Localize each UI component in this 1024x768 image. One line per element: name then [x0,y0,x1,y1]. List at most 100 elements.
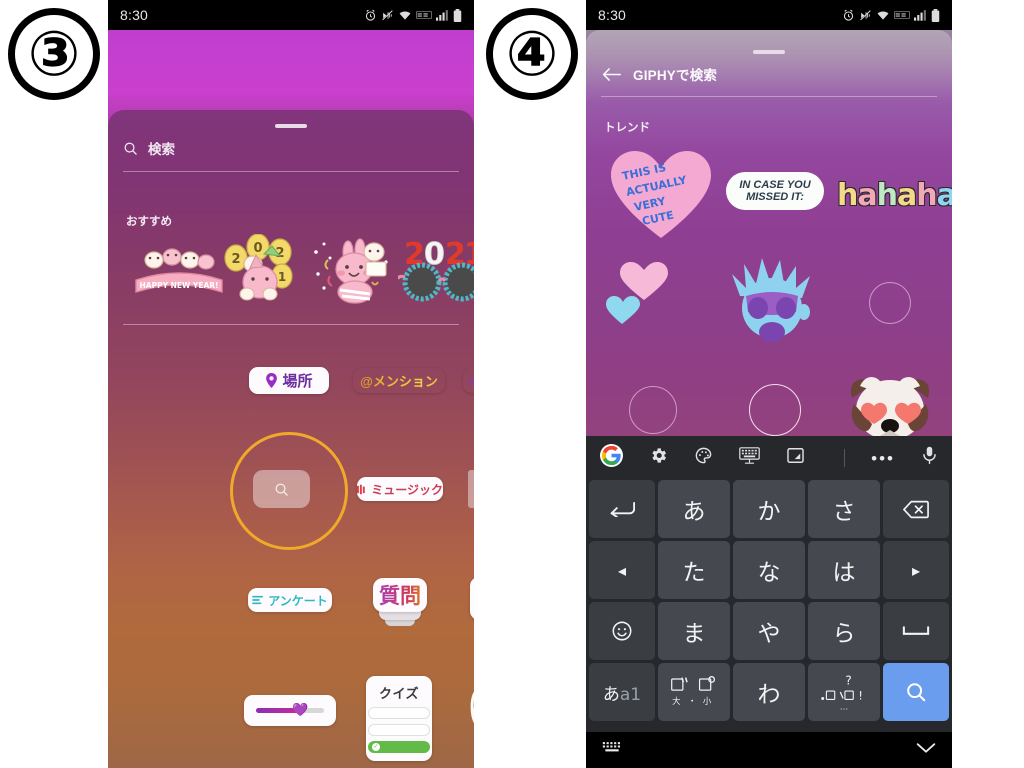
clock-sticker-ampm: PM [468,470,474,508]
recommended-sticker-row[interactable]: HAPPY NEW YEAR! 2 0 2 1 2 0 2 1 [108,232,474,307]
key-ka[interactable]: か [733,480,805,538]
giphy-header-divider [601,96,937,97]
sheet-grabber[interactable] [753,50,785,54]
gif-search-sticker-button[interactable] [253,470,310,508]
keyboard-layout-icon[interactable] [739,446,760,470]
temperature-sticker-button[interactable]: 6°C [465,679,474,737]
key-input-mode-label: あa1 [602,684,642,705]
svg-text:?: ? [845,674,851,688]
screenshot-root: ③ ④ 8:30 検索 おすすめ HAPPY NEW YEAR! 2 0 2 1… [0,0,1024,768]
search-divider [123,171,459,172]
key-ha[interactable]: は [808,541,880,599]
pin-icon [266,373,278,388]
system-navigation-bar [586,732,952,768]
google-logo-icon[interactable] [600,444,623,472]
key-backspace[interactable] [883,480,949,538]
key-ta[interactable]: た [658,541,730,599]
music-sticker-button[interactable]: ミュージック [357,477,443,501]
sticker-happy-new-year-banner[interactable]: HAPPY NEW YEAR! [130,244,228,302]
giphy-header-row[interactable]: GIPHYで検索 [602,64,717,84]
key-cursor-right[interactable]: ▸ [883,541,949,599]
question-sticker-button[interactable]: 質問 [373,578,427,612]
svg-text:2: 2 [231,252,240,267]
dakuten-handakuten-icon: 大 ・ 小 [671,676,716,706]
sticker-search-field[interactable]: 検索 [123,138,459,158]
sheet-grabber[interactable] [275,124,307,128]
microphone-icon[interactable] [921,446,938,470]
sticker-rabbit-celebration[interactable] [308,236,394,306]
slider-emoji-knob[interactable]: 💜 [292,702,308,718]
check-icon: ✓ [372,743,380,751]
battery-icon [453,8,462,22]
poll-icon [252,595,264,605]
key-punctuation[interactable]: ? ! … [808,663,880,721]
phone-screenshot-step-4: 8:30 GIPHYで検索 トレンド THIS IS ACTUALLY VERY… [586,0,952,768]
hashtag-sticker-button[interactable]: #ハッシュタグ [463,368,474,393]
quiz-sticker-label: クイズ [378,686,420,701]
status-bar-3: 8:30 [108,0,474,30]
key-na[interactable]: な [733,541,805,599]
quiz-option [368,724,430,736]
hahaha-letter: a [936,178,952,213]
svg-text:0: 0 [253,241,262,256]
space-bar-icon [902,626,930,635]
back-arrow-icon[interactable] [602,67,621,82]
giphy-sticker-blue-hair-sunglasses-face[interactable] [726,256,818,344]
music-sticker-label: ミュージック [371,482,443,497]
keyboard-dots-icon [602,741,620,751]
quiz-option-correct: ✓ [368,741,430,753]
svg-text:小: 小 [703,696,712,706]
step-number-3-label: ③ [27,17,81,90]
status-clock: 8:30 [120,7,149,23]
giphy-sticker-hahaha[interactable]: h a h a h a [837,178,952,213]
poll-sticker-button[interactable]: アンケート [248,588,332,612]
punctuation-icon: ? ! … [821,674,863,712]
mobile-data-icon [894,11,910,19]
vibrate-mute-icon [382,9,393,20]
giphy-sticker-heart-very-cute[interactable]: THIS IS ACTUALLY VERY CUTE [609,148,713,242]
key-ma[interactable]: ま [658,602,730,660]
key-input-mode[interactable]: あa1 [589,663,655,721]
sticker-2021-glasses[interactable]: 2 0 2 1 [398,234,474,306]
settings-gear-icon[interactable] [649,446,668,470]
keyboard-toolbar: ••• [586,436,952,480]
key-dakuten-small[interactable]: 大 ・ 小 [658,663,730,721]
key-emoji[interactable] [589,602,655,660]
slider-track: 💜 [256,702,324,717]
key-a[interactable]: あ [658,480,730,538]
hahaha-letter: h [876,178,898,213]
hahaha-letter: a [896,178,917,213]
key-undo[interactable] [589,480,655,538]
key-ra[interactable]: ら [808,602,880,660]
location-sticker-button[interactable]: 場所 [249,367,329,394]
key-space[interactable] [883,602,949,660]
giphy-sticker-pink-blue-hearts[interactable] [604,262,676,326]
mention-sticker-button[interactable]: @メンション [353,368,445,393]
key-ya[interactable]: や [733,602,805,660]
key-wa[interactable]: わ [733,663,805,721]
theme-palette-icon[interactable] [694,446,713,470]
clock-sticker-button[interactable]: PM 8 3 0 [468,470,474,508]
mention-sticker-label: @メンション [360,374,438,389]
slider-sticker-button[interactable]: 💜 [244,695,336,726]
keyboard-key-grid: あ か さ ◂ た な は ▸ ま や ら あa1 大 ・ 小 わ ? ! … [586,480,952,723]
mobile-data-icon [416,11,432,19]
key-cursor-left[interactable]: ◂ [589,541,655,599]
more-options-icon[interactable]: ••• [871,450,895,467]
hide-keyboard-icon[interactable] [602,741,622,760]
keyboard-toolbar-right-group: ••• [844,446,938,470]
sticker-2021-balloons[interactable]: 2 0 2 1 [220,234,302,306]
quiz-sticker-button[interactable]: クイズ ✓ [366,676,432,761]
collapse-chevron-icon[interactable] [916,741,936,759]
giphy-sticker-in-case-you-missed-it[interactable]: IN CASE YOU MISSED IT: [726,172,824,210]
key-sa[interactable]: さ [808,480,880,538]
key-search[interactable] [883,663,949,721]
trend-section-label: トレンド [604,122,650,134]
giphy-sticker-dog-heart-eyes[interactable] [844,370,936,442]
undo-arrow-icon [610,501,635,517]
resize-keyboard-icon[interactable] [786,446,805,470]
svg-text:大: 大 [672,696,680,706]
countdown-sticker-button[interactable]: カウントダウン [470,577,474,620]
bubble-line-1: IN CASE YOU [739,178,811,191]
emoji-smiley-icon [612,621,632,641]
